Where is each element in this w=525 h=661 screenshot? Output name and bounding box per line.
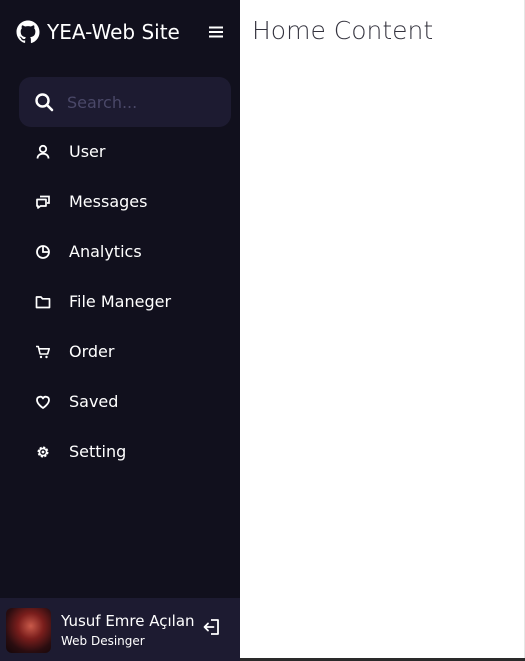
sidebar-item-label: Analytics [69,242,142,261]
sidebar-item-file-maneger[interactable]: File Maneger [0,277,240,327]
sidebar-item-messages[interactable]: Messages [0,177,240,227]
search-input[interactable] [67,87,223,117]
logout-icon[interactable] [202,617,222,637]
sidebar: YEA-Web Site User Messages [0,0,240,661]
hamburger-menu-icon[interactable] [206,22,226,42]
sidebar-item-analytics[interactable]: Analytics [0,227,240,277]
profile-section: Yusuf Emre Açılan Web Desinger [0,598,240,661]
sidebar-item-saved[interactable]: Saved [0,377,240,427]
gear-icon [37,446,49,458]
sidebar-item-label: Messages [69,192,148,211]
sidebar-item-label: Setting [69,442,127,461]
folder-icon [35,296,51,309]
logo-row: YEA-Web Site [0,0,240,64]
sidebar-item-label: Order [69,342,115,361]
logo-text: YEA-Web Site [47,20,180,44]
sidebar-item-label: User [69,142,106,161]
sidebar-item-order[interactable]: Order [0,327,240,377]
profile-name: Yusuf Emre Açılan [61,612,195,630]
chat-icon [36,195,50,209]
search-icon[interactable] [33,91,55,113]
search-box[interactable] [19,77,231,127]
sidebar-item-setting[interactable]: Setting [0,427,240,477]
user-icon [36,144,50,159]
profile-job: Web Desinger [61,634,145,648]
avatar [6,608,51,653]
heart-icon [36,395,50,409]
github-icon [16,20,40,44]
sidebar-item-user[interactable]: User [0,127,240,177]
sidebar-item-label: File Maneger [69,292,172,311]
sidebar-item-label: Saved [69,392,119,411]
page-title: Home Content [252,16,434,45]
cart-icon [36,345,50,359]
sidebar-nav: User Messages Analytics File Maneger Ord… [0,127,240,477]
pie-chart-icon [36,245,50,259]
